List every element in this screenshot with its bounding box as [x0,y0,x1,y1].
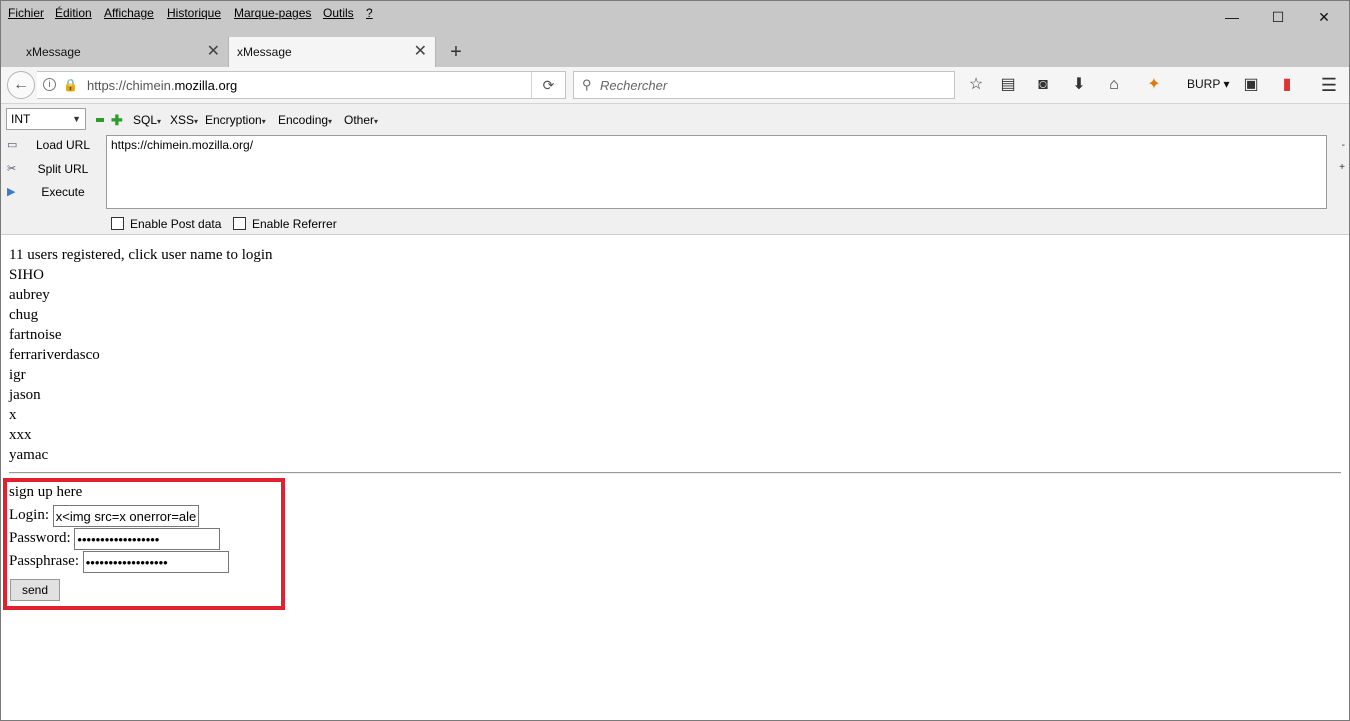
grow-button[interactable]: + [1339,162,1345,173]
user-link-x[interactable]: x [9,405,1349,425]
sql-menu[interactable]: SQL▾ [133,113,161,127]
user-link-ferrariverdasco[interactable]: ferrariverdasco [9,345,1349,365]
xss-menu[interactable]: XSS▾ [170,113,198,127]
int-select-value: INT [11,112,31,126]
navigation-toolbar: ← i 🔒 https://chimein.mozilla.org ⟳ ⚲ Re… [1,67,1349,103]
divider [9,472,1341,474]
hamburger-menu-icon[interactable]: ☰ [1317,73,1341,97]
checkbox-box[interactable] [111,217,124,230]
url-text: https://chimein.mozilla.org [87,78,238,93]
menu-bar: Fichier Édition Affichage Historique Mar… [1,1,1349,33]
int-select[interactable]: INT ▼ [6,108,86,130]
lock-icon[interactable]: 🔒 [63,78,78,92]
url-bar[interactable]: i 🔒 https://chimein.mozilla.org ⟳ [37,71,566,99]
user-link-siho[interactable]: SIHO [9,265,1349,285]
arrow-left-icon: ← [13,76,29,93]
load-url-icon: ▭ [7,139,18,151]
shrink-button[interactable]: - [1342,140,1345,151]
browser-window: Fichier Édition Affichage Historique Mar… [0,0,1350,721]
user-link-fartnoise[interactable]: fartnoise [9,325,1349,345]
download-icon[interactable]: ⬇ [1067,73,1091,97]
enable-referrer-label: Enable Referrer [252,217,337,231]
close-icon[interactable]: ✕ [207,37,220,67]
users-intro: 11 users registered, click user name to … [9,247,273,263]
search-placeholder: Rechercher [600,78,668,93]
user-link-aubrey[interactable]: aubrey [9,285,1349,305]
search-icon: ⚲ [582,77,592,92]
maximize-button[interactable]: ☐ [1255,1,1301,33]
user-link-yamac[interactable]: yamac [9,445,1349,465]
extension-flame-icon[interactable]: ✦ [1142,73,1166,97]
execute-button[interactable]: ▶ Execute [1,182,101,202]
burp-proxy-button[interactable]: BURP ▾ [1187,77,1229,91]
reload-icon[interactable]: ⟳ [531,72,565,98]
page-content: 11 users registered, click user name to … [1,236,1349,720]
encoding-menu[interactable]: Encoding▾ [278,113,332,127]
user-link-xxx[interactable]: xxx [9,425,1349,445]
enable-post-label: Enable Post data [130,217,222,231]
split-url-label: Split URL [37,162,89,176]
menu-outils[interactable]: Outils [323,5,354,21]
tab-xmessage-2[interactable]: xMessage ✕ [228,37,436,67]
extension-icon[interactable]: ▮ [1275,73,1299,97]
checkbox-box[interactable] [233,217,246,230]
chevron-down-icon: ▼ [72,114,81,124]
back-button[interactable]: ← [7,71,35,99]
window-controls: — ☐ ✕ [1209,1,1349,33]
plus-icon[interactable]: ✚ [111,113,125,127]
star-icon[interactable]: ☆ [964,73,988,97]
menu-help[interactable]: ? [366,5,373,21]
user-link-igr[interactable]: igr [9,365,1349,385]
tab-xmessage-1[interactable]: xMessage ✕ [1,37,228,67]
tab-label: xMessage [26,45,81,59]
encryption-menu[interactable]: Encryption▾ [205,113,266,127]
split-url-button[interactable]: ✂ Split URL [1,159,101,179]
chat-icon[interactable]: ▣ [1239,73,1263,97]
load-url-label: Load URL [35,138,91,152]
user-link-jason[interactable]: jason [9,385,1349,405]
new-tab-button[interactable]: + [445,37,467,67]
hackbar-panel: INT ▼ ✚ SQL▾ XSS▾ Encryption▾ Encoding▾ … [1,103,1349,235]
tab-strip: xMessage ✕ xMessage ✕ + [1,33,1349,67]
execute-label: Execute [41,185,85,199]
reading-list-icon[interactable]: ▤ [996,73,1020,97]
scissors-icon: ✂ [7,163,17,175]
other-menu[interactable]: Other▾ [344,113,378,127]
close-window-button[interactable]: ✕ [1301,1,1347,33]
menu-affichage[interactable]: Affichage [104,5,154,21]
play-icon: ▶ [7,186,16,198]
search-input[interactable]: ⚲ Rechercher [573,71,955,99]
close-icon[interactable]: ✕ [414,37,427,67]
load-url-button[interactable]: ▭ Load URL [1,135,101,155]
menu-edition[interactable]: Édition [55,5,92,21]
info-icon[interactable]: i [43,78,56,91]
menu-marque-pages[interactable]: Marque-pages [234,5,311,21]
menu-fichier[interactable]: Fichier [8,5,44,21]
user-link-chug[interactable]: chug [9,305,1349,325]
home-icon[interactable]: ⌂ [1102,73,1126,97]
tab-label: xMessage [237,45,292,59]
menu-historique[interactable]: Historique [167,5,221,21]
minus-icon[interactable] [96,118,104,122]
pocket-icon[interactable]: ◙ [1031,73,1055,97]
highlight-box [3,478,285,610]
hackbar-url-textarea[interactable]: https://chimein.mozilla.org/ [106,135,1327,209]
minimize-button[interactable]: — [1209,1,1255,33]
